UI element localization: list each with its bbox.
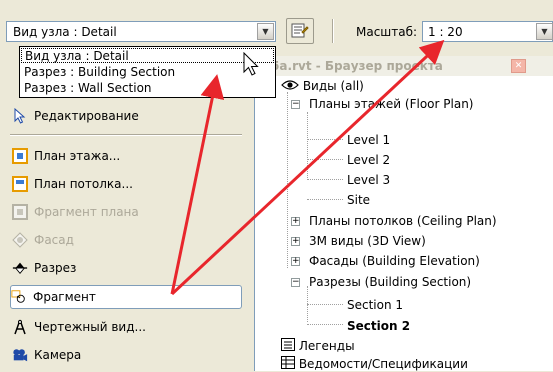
project-browser: t05a.rvt - Браузер проекта ✕ Виды (all) … <box>254 56 553 371</box>
tree-node-section[interactable]: Section 2 <box>347 318 410 334</box>
tool-ceiling-plan[interactable]: План потолка... <box>12 172 242 196</box>
view-type-dropdown-list: Вид узла : Detail Разрез : Building Sect… <box>19 46 276 98</box>
tree-node-level[interactable]: Level 1 <box>347 132 390 148</box>
camera-icon <box>12 347 28 363</box>
legend-icon <box>281 338 295 351</box>
view-type-combobox[interactable]: Вид узла : Detail ▼ <box>6 21 276 42</box>
toolbar: Вид узла : Detail ▼ Масштаб: 1 : 20 ▼ <box>0 0 553 44</box>
tool-label: Камера <box>34 348 82 362</box>
tree-node-views-root[interactable]: Виды (all) <box>281 78 364 94</box>
element-properties-button[interactable] <box>286 18 314 44</box>
expand-icon[interactable]: + <box>291 237 300 246</box>
tree-node-legends[interactable]: Легенды <box>281 338 355 354</box>
plan-region-icon <box>12 204 28 220</box>
tree-node-level[interactable]: Level 2 <box>347 152 390 168</box>
tree-guide-line <box>307 159 343 160</box>
toolbar-separator <box>332 19 334 43</box>
elevation-icon <box>12 232 28 248</box>
tool-label: План этажа... <box>34 149 121 163</box>
pointer-arrow-icon <box>12 108 28 124</box>
expand-icon[interactable]: + <box>291 257 300 266</box>
tree-node-3d-views[interactable]: 3М виды (3D View) <box>309 233 426 249</box>
tool-callout[interactable]: Фрагмент <box>10 285 242 309</box>
dropdown-option[interactable]: Разрез : Building Section <box>21 65 274 80</box>
schedule-icon <box>281 356 295 369</box>
collapse-icon[interactable]: − <box>291 100 300 109</box>
design-bar-view-tab: Редактирование План этажа... План потолк… <box>0 98 245 371</box>
tree-guide-line <box>307 179 343 180</box>
collapse-icon[interactable]: − <box>291 278 300 287</box>
tool-label: План потолка... <box>34 177 133 191</box>
tool-label: Редактирование <box>34 109 139 123</box>
tree-node-ceiling-plans[interactable]: Планы потолков (Ceiling Plan) <box>309 213 497 229</box>
tool-camera[interactable]: Камера <box>12 343 242 367</box>
tree-node-schedules[interactable]: Ведомости/Спецификации <box>281 356 468 372</box>
mouse-cursor-icon <box>243 52 259 76</box>
browser-title: t05a.rvt - Браузер проекта <box>255 56 553 76</box>
tree-guide-line <box>307 199 343 200</box>
tool-label: Чертежный вид... <box>34 320 146 334</box>
view-type-value: Вид узла : Detail <box>13 25 117 39</box>
close-icon[interactable]: ✕ <box>511 59 526 73</box>
tool-label: Фрагмент <box>33 290 96 304</box>
panel-divider <box>10 134 242 136</box>
tool-label: Фрагмент плана <box>34 205 139 219</box>
tool-label: Фасад <box>34 233 74 247</box>
eye-icon <box>281 80 299 90</box>
tree-node-level[interactable]: Level 3 <box>347 172 390 188</box>
tool-modify[interactable]: Редактирование <box>12 104 242 128</box>
scale-combobox[interactable]: 1 : 20 ▼ <box>422 21 553 42</box>
tree-guide-line <box>307 139 343 140</box>
tool-section[interactable]: Разрез <box>12 256 242 280</box>
tree-node-label: Ведомости/Спецификации <box>298 357 468 371</box>
tool-elevation[interactable]: Фасад <box>12 228 242 252</box>
tool-label: Разрез <box>34 261 77 275</box>
callout-icon <box>11 289 27 305</box>
tree-guide-line <box>307 324 343 325</box>
tool-plan-region[interactable]: Фрагмент плана <box>12 200 242 224</box>
chevron-down-icon[interactable]: ▼ <box>257 23 274 40</box>
expand-icon[interactable]: + <box>291 217 300 226</box>
tree-guide-line <box>307 304 343 305</box>
dropdown-option[interactable]: Вид узла : Detail <box>21 48 274 63</box>
tree-node-label: Виды (all) <box>302 79 364 93</box>
tree-guide-line <box>287 92 288 268</box>
scale-label: Масштаб: <box>356 25 418 39</box>
chevron-down-icon[interactable]: ▼ <box>536 23 553 40</box>
tree-node-level[interactable]: Site <box>347 192 370 208</box>
tree-node-sections[interactable]: Разрезы (Building Section) <box>309 274 471 290</box>
tree-node-label: Легенды <box>298 339 355 353</box>
scale-value: 1 : 20 <box>428 25 463 39</box>
tool-floor-plan[interactable]: План этажа... <box>12 144 242 168</box>
ceiling-plan-icon <box>12 176 28 192</box>
properties-icon <box>291 23 309 38</box>
tree-node-elevations[interactable]: Фасады (Building Elevation) <box>309 253 480 269</box>
section-icon <box>12 260 28 276</box>
tree-node-floor-plans[interactable]: Планы этажей (Floor Plan) <box>309 96 474 112</box>
floor-plan-icon <box>12 148 28 164</box>
tree-guide-line <box>307 112 308 180</box>
tree-node-section[interactable]: Section 1 <box>347 297 403 313</box>
dropdown-option[interactable]: Разрез : Wall Section <box>21 81 274 96</box>
drafting-view-icon <box>12 319 28 335</box>
tool-drafting-view[interactable]: Чертежный вид... <box>12 315 242 339</box>
browser-tree: Виды (all) − Планы этажей (Floor Plan) L… <box>255 76 553 371</box>
